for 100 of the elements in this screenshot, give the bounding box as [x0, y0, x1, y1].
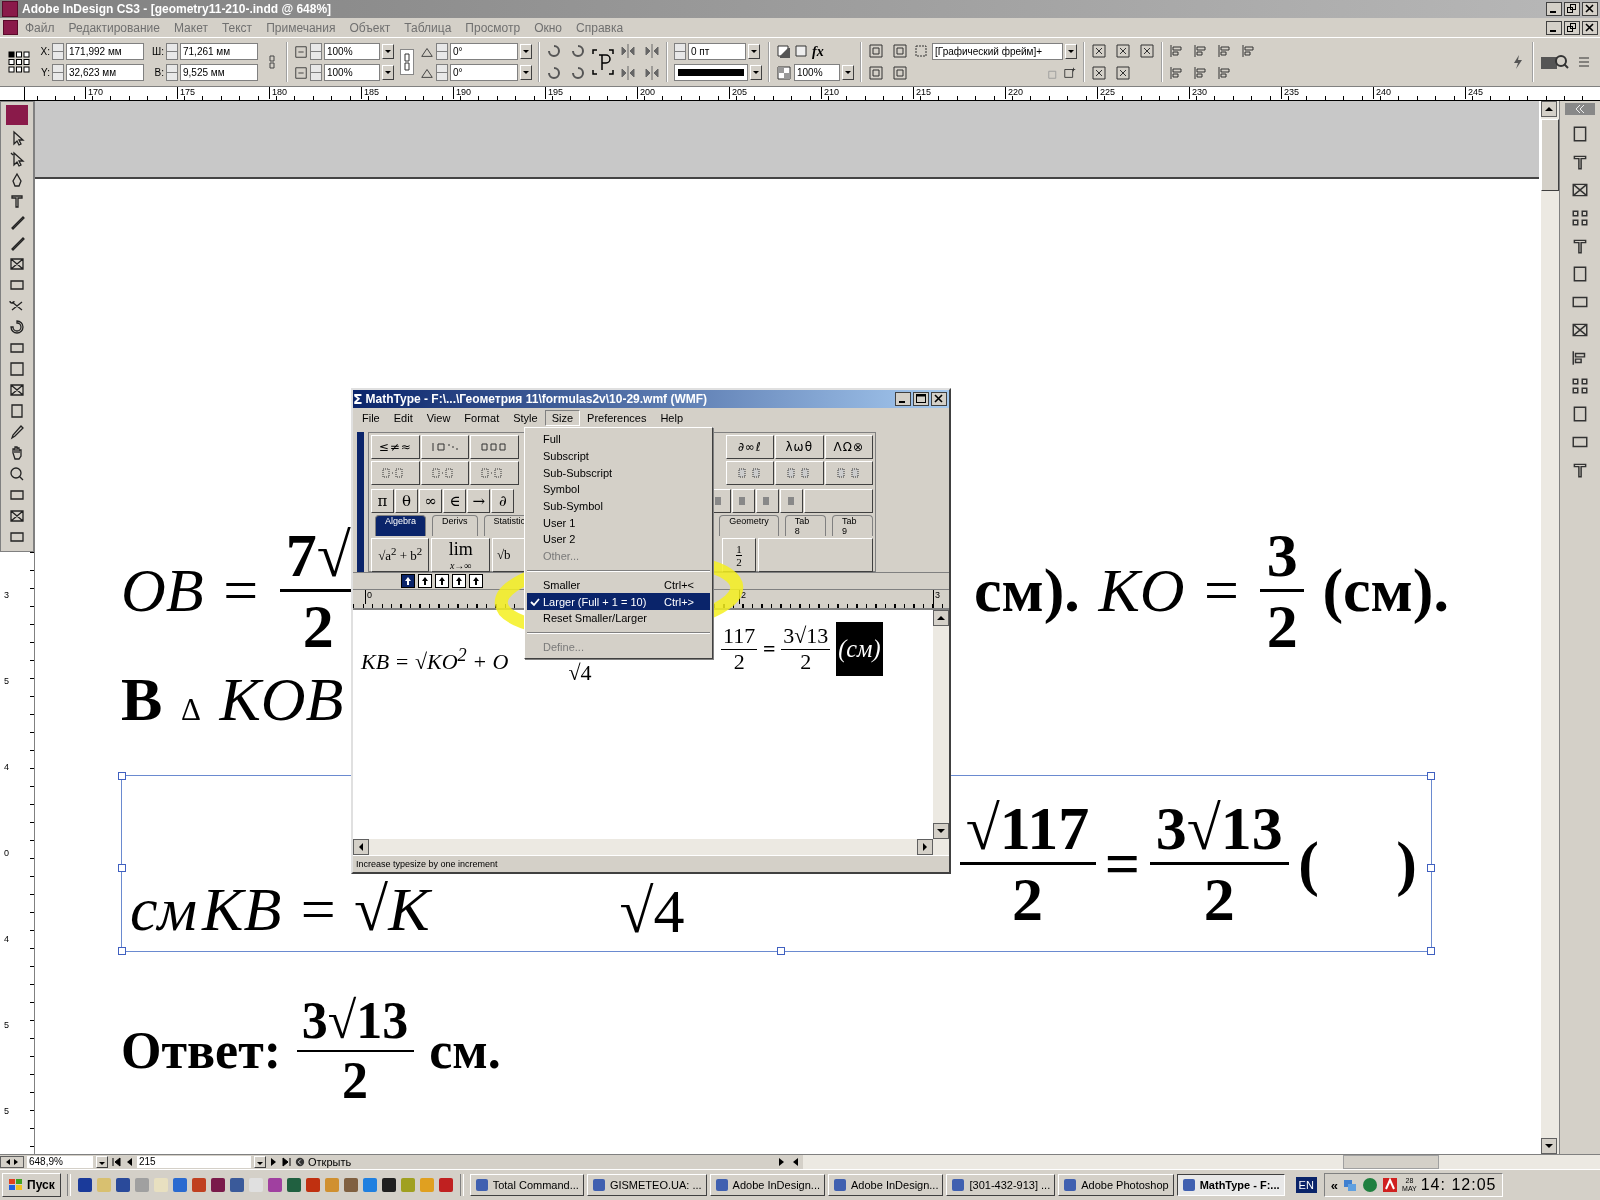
text-wrap-icon[interactable]: [892, 65, 908, 81]
spinner-icon[interactable]: [310, 43, 322, 60]
minimize-button[interactable]: [895, 392, 911, 406]
menu-item[interactable]: Subscript: [527, 447, 710, 465]
spinner-icon[interactable]: [52, 43, 64, 60]
menu-item[interactable]: Preferences: [580, 410, 654, 426]
align-icon[interactable]: [1217, 65, 1233, 81]
object-style-icon[interactable]: [914, 43, 930, 60]
selection-handle[interactable]: [1427, 947, 1435, 956]
scroll-thumb[interactable]: [1541, 119, 1559, 191]
nudge-icon[interactable]: [469, 574, 483, 588]
palette-button[interactable]: [725, 461, 774, 485]
rotate-icon[interactable]: [570, 43, 586, 59]
scroll-up-button[interactable]: [933, 610, 949, 626]
flip-icon[interactable]: [620, 43, 636, 59]
page-field[interactable]: 215: [137, 1156, 251, 1168]
menu-item[interactable]: View: [419, 410, 458, 426]
last-page-icon[interactable]: [282, 1157, 292, 1167]
selection-handle[interactable]: [776, 947, 785, 956]
start-button[interactable]: Пуск: [2, 1173, 61, 1197]
rotate-icon[interactable]: [546, 43, 562, 59]
spinner-icon[interactable]: [310, 64, 322, 81]
app-icon[interactable]: [76, 1177, 93, 1193]
nudge-icon[interactable]: [435, 574, 449, 588]
symbol-button[interactable]: ∂∞ℓ: [725, 435, 774, 459]
panel-icon[interactable]: [1571, 181, 1589, 199]
symbol-button[interactable]: ≤≠≈: [371, 435, 420, 459]
flip-icon[interactable]: [644, 43, 660, 59]
palette-tab[interactable]: Tab 9: [831, 515, 873, 536]
frame-tool-icon[interactable]: [9, 256, 25, 272]
palette-tab[interactable]: Geometry: [719, 515, 779, 536]
vertical-scrollbar[interactable]: [1541, 101, 1559, 1154]
nudge-icon[interactable]: [452, 574, 466, 588]
menu-item[interactable]: Larger (Full + 1 = 10) Ctrl+>: [527, 593, 710, 610]
menu-item[interactable]: Symbol: [527, 481, 710, 498]
panel-icon[interactable]: [1571, 377, 1589, 395]
spinner-icon[interactable]: [166, 64, 178, 81]
chain-icon[interactable]: [400, 49, 414, 75]
align-icon[interactable]: [1217, 43, 1233, 59]
language-indicator[interactable]: EN: [1295, 1177, 1317, 1193]
panel-icon[interactable]: [1571, 125, 1589, 143]
template-button[interactable]: [758, 538, 873, 572]
new-style-icon[interactable]: [1063, 65, 1077, 80]
minimize-button[interactable]: [1546, 2, 1562, 16]
input-field[interactable]: 32,623 мм: [66, 64, 144, 81]
selection-handle[interactable]: [118, 947, 126, 956]
panel-icon[interactable]: [1571, 153, 1589, 171]
none-swatch-icon[interactable]: [9, 508, 25, 524]
close-button[interactable]: [1582, 20, 1598, 35]
flip-icon[interactable]: [620, 65, 636, 81]
panel-icon[interactable]: [1571, 265, 1589, 283]
scale-icon[interactable]: [9, 340, 25, 356]
horizontal-scrollbar[interactable]: [803, 1155, 1600, 1169]
symbol-button[interactable]: ΛΩ⊗: [824, 435, 873, 459]
line-tool-icon[interactable]: [9, 235, 25, 251]
input-field[interactable]: 0°: [450, 43, 518, 60]
close-button[interactable]: [1582, 2, 1598, 16]
free-transform-icon[interactable]: [9, 382, 25, 398]
palette-button[interactable]: [470, 461, 519, 485]
scroll-left-button[interactable]: [353, 839, 369, 855]
ruler-origin-icon[interactable]: [0, 87, 25, 100]
palette-button[interactable]: [804, 489, 874, 513]
taskbar-button[interactable]: GISMETEO.UA: ...: [586, 1174, 707, 1196]
zoom-field[interactable]: 648,9%: [27, 1156, 93, 1168]
taskbar-button[interactable]: MathType - F:...: [1176, 1174, 1285, 1196]
symbol-button[interactable]: ∈: [443, 489, 467, 513]
restore-button[interactable]: [1564, 20, 1580, 35]
menu-item[interactable]: Full: [527, 431, 710, 448]
taskbar-button[interactable]: [301-432-913] ...: [946, 1174, 1056, 1196]
symbol-button[interactable]: λωθ: [775, 435, 824, 459]
symbol-button[interactable]: π: [371, 489, 395, 513]
template-button[interactable]: 1 2: [722, 538, 757, 572]
fitting-icon[interactable]: [1115, 65, 1131, 81]
scroll-up-button[interactable]: [1541, 101, 1557, 117]
fitting-icon[interactable]: [1091, 65, 1107, 81]
input-field[interactable]: 9,525 мм: [180, 64, 258, 81]
palette-button[interactable]: [731, 489, 755, 513]
open-icon[interactable]: [295, 1157, 305, 1167]
nudge-icon[interactable]: [401, 574, 415, 588]
gradient-icon[interactable]: [9, 361, 25, 377]
menu-item[interactable]: Sub-Symbol: [527, 497, 710, 515]
show-hidden-icons-button[interactable]: «: [1330, 1177, 1339, 1193]
rotate-icon[interactable]: [9, 319, 25, 335]
scroll-right-button[interactable]: [917, 839, 933, 855]
antivirus-icon[interactable]: [1382, 1177, 1399, 1193]
stroke-style-dropdown[interactable]: [674, 64, 748, 81]
pan-button[interactable]: [0, 1156, 24, 1168]
align-icon[interactable]: [1169, 65, 1185, 81]
align-icon[interactable]: [1241, 43, 1257, 59]
view-mode-icon[interactable]: [9, 529, 25, 545]
panel-icon[interactable]: [1571, 209, 1589, 227]
palette-button[interactable]: [755, 489, 779, 513]
spinner-icon[interactable]: [674, 43, 686, 60]
palette-button[interactable]: [470, 435, 519, 459]
template-button[interactable]: lim x→∞: [431, 538, 490, 572]
vertical-scrollbar[interactable]: [933, 610, 949, 839]
palette-tab[interactable]: Tab 8: [784, 515, 826, 536]
minimize-button[interactable]: [1546, 20, 1562, 35]
taskbar-button[interactable]: Total Command...: [469, 1174, 584, 1196]
palette-button[interactable]: [420, 435, 469, 459]
